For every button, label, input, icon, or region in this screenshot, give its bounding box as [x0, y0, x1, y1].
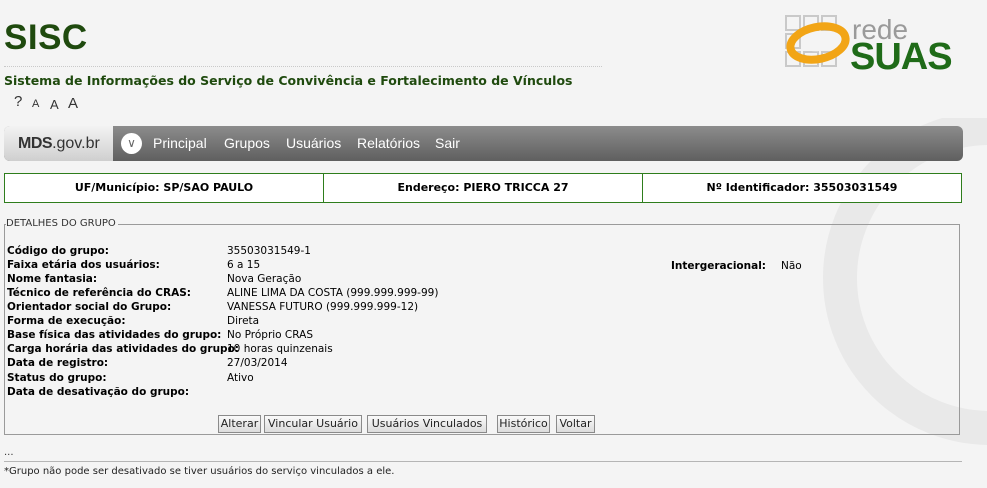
mds-brand[interactable]: MDS.gov.br — [4, 126, 113, 161]
brand-bold: MDS — [18, 135, 53, 152]
field-value: Direta — [227, 315, 260, 327]
field-label: Técnico de referência do CRAS: — [7, 287, 191, 299]
field-label: Carga horária das atividades do grupo: — [7, 343, 239, 355]
field-label: Orientador social do Grupo: — [7, 301, 172, 313]
page-subtitle: Sistema de Informações do Serviço de Con… — [4, 73, 573, 88]
field-value: 35503031549-1 — [227, 245, 311, 257]
field-value: Nova Geração — [227, 273, 302, 285]
footnote: *Grupo não pode ser desativado se tiver … — [4, 466, 395, 477]
font-increase-button[interactable]: A — [68, 95, 78, 112]
chevron-down-icon[interactable]: ∨ — [121, 133, 142, 154]
vincular-usuario-button[interactable]: Vincular Usuário — [264, 415, 362, 433]
field-value: 27/03/2014 — [227, 357, 288, 369]
intergeracional-label: Intergeracional: — [671, 260, 766, 272]
group-details-legend: DETALHES DO GRUPO — [6, 218, 118, 229]
intergeracional-value: Não — [781, 260, 802, 272]
group-details-panel: DETALHES DO GRUPO Código do grupo: 35503… — [4, 218, 960, 435]
help-icon[interactable]: ? — [14, 93, 22, 110]
usuarios-vinculados-button[interactable]: Usuários Vinculados — [367, 415, 487, 433]
field-value: Ativo — [227, 372, 254, 384]
field-value: ALINE LIMA DA COSTA (999.999.999-99) — [227, 287, 439, 299]
nav-item-sair[interactable]: Sair — [435, 135, 460, 151]
field-value: No Próprio CRAS — [227, 329, 313, 341]
alterar-button[interactable]: Alterar — [218, 415, 261, 433]
field-label: Status do grupo: — [7, 372, 107, 384]
field-value: 10 horas quinzenais — [227, 343, 333, 355]
ellipsis-text: ... — [4, 447, 14, 458]
footer-divider — [4, 461, 962, 462]
title-divider — [4, 66, 602, 67]
numero-identificador: Nº Identificador: 35503031549 — [706, 181, 898, 194]
field-label: Forma de execução: — [7, 315, 126, 327]
historico-button[interactable]: Histórico — [497, 415, 550, 433]
field-label: Base física das atividades do grupo: — [7, 329, 222, 341]
endereco: Endereço: PIERO TRICCA 27 — [324, 174, 643, 202]
uf-municipio: UF/Município: SP/SAO PAULO — [5, 174, 324, 202]
field-label: Nome fantasia: — [7, 273, 98, 285]
brand-domain: .gov.br — [52, 135, 100, 152]
nav-item-usuarios[interactable]: Usuários — [286, 135, 341, 151]
field-value: 6 a 15 — [227, 259, 261, 271]
field-label: Faixa etária dos usuários: — [7, 259, 160, 271]
nav-item-grupos[interactable]: Grupos — [224, 135, 270, 151]
field-value: VANESSA FUTURO (999.999.999-12) — [227, 301, 419, 313]
logo-word-suas: SUAS — [850, 36, 953, 78]
field-label: Data de registro: — [7, 357, 109, 369]
location-info-bar: UF/Município: SP/SAO PAULO Endereço: PIE… — [4, 173, 962, 203]
field-label: Data de desativação do grupo: — [7, 386, 190, 398]
nav-item-principal[interactable]: Principal — [153, 135, 207, 151]
main-navbar: MDS.gov.br ∨ Principal Grupos Usuários R… — [4, 126, 963, 161]
nav-item-relatorios[interactable]: Relatórios — [357, 135, 420, 151]
font-decrease-button[interactable]: A — [32, 98, 39, 110]
field-label: Código do grupo: — [7, 245, 109, 257]
page-title: SISC — [4, 18, 88, 57]
font-normal-button[interactable]: A — [50, 97, 59, 112]
voltar-button[interactable]: Voltar — [556, 415, 595, 433]
